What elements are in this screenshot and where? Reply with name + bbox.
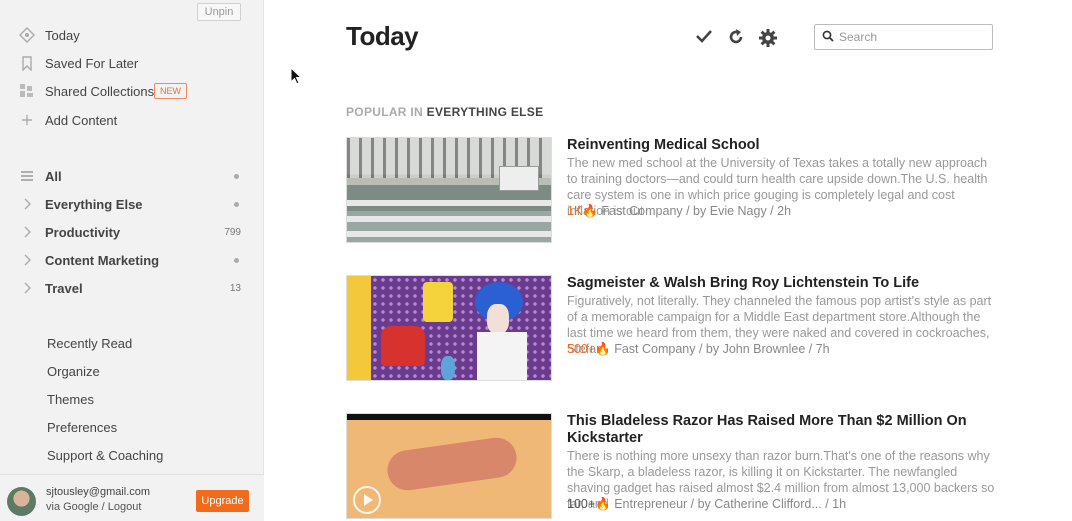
article-meta: 1K🔥 Fast Company / by Evie Nagy / 2h	[567, 204, 791, 219]
section-category[interactable]: EVERYTHING ELSE	[427, 105, 544, 119]
sidebar-link-themes[interactable]: Themes	[47, 390, 94, 410]
sidebar-item-label: Today	[45, 27, 80, 43]
unread-count: 799	[224, 226, 241, 238]
article-thumbnail[interactable]	[346, 275, 552, 381]
flame-icon: 🔥	[595, 342, 611, 356]
flame-icon: 🔥	[582, 204, 598, 218]
sidebar-item-saved[interactable]: Saved For Later	[0, 49, 264, 77]
sidebar-link-organize[interactable]: Organize	[47, 362, 100, 382]
sidebar-item-productivity[interactable]: Productivity 799	[0, 218, 264, 246]
settings-button[interactable]	[758, 28, 778, 48]
page-title: Today	[346, 21, 419, 51]
gear-icon	[759, 29, 777, 47]
sidebar-item-label: Add Content	[45, 112, 118, 128]
sidebar-link-support[interactable]: Support & Coaching	[47, 446, 163, 466]
popularity-count: 100+	[567, 497, 596, 511]
unread-dot	[234, 257, 239, 263]
avatar[interactable]	[7, 487, 36, 516]
sidebar-link-recently-read[interactable]: Recently Read	[47, 334, 132, 354]
checkmark-icon	[696, 30, 712, 43]
flame-icon: 🔥	[595, 497, 611, 511]
list-icon	[19, 168, 35, 184]
sidebar-item-label: All	[45, 168, 62, 184]
sidebar-item-content-marketing[interactable]: Content Marketing	[0, 246, 264, 274]
search-icon	[822, 30, 834, 45]
sidebar-item-label: Saved For Later	[45, 55, 139, 71]
article-thumbnail[interactable]	[346, 137, 552, 243]
sidebar-item-travel[interactable]: Travel 13	[0, 274, 264, 302]
chevron-right-icon[interactable]	[19, 224, 35, 240]
section-heading: POPULAR IN EVERYTHING ELSE	[346, 105, 543, 119]
sidebar-item-label: Content Marketing	[45, 252, 160, 268]
chevron-right-icon[interactable]	[19, 196, 35, 212]
unread-count: 13	[229, 282, 241, 294]
sidebar-item-label: Shared Collections	[45, 83, 155, 99]
article-thumbnail[interactable]	[346, 413, 552, 519]
today-icon	[19, 27, 35, 43]
article-title[interactable]: This Bladeless Razor Has Raised More Tha…	[567, 413, 987, 447]
section-prefix: POPULAR IN	[346, 105, 424, 119]
mouse-cursor-icon	[290, 67, 302, 85]
popularity-count: 1K	[567, 204, 583, 218]
search-input[interactable]	[839, 28, 987, 46]
mark-as-read-button[interactable]	[694, 28, 714, 48]
article-title[interactable]: Sagmeister & Walsh Bring Roy Lichtenstei…	[567, 275, 987, 292]
article-meta: 100+🔥 Entrepreneur / by Catherine Cliffo…	[567, 497, 846, 512]
article-source: Fast Company / by Evie Nagy / 2h	[601, 204, 792, 218]
shared-collections-icon	[19, 83, 35, 99]
sidebar: Unpin Today Saved For Later Shared Colle…	[0, 0, 264, 521]
upgrade-button[interactable]: Upgrade	[196, 490, 249, 512]
sidebar-link-preferences[interactable]: Preferences	[47, 418, 117, 438]
bookmark-icon	[19, 55, 35, 71]
sidebar-item-shared-collections[interactable]: Shared Collections NEW	[0, 77, 264, 105]
account-panel: sjtousley@gmail.com via Google / Logout …	[0, 474, 264, 521]
refresh-button[interactable]	[726, 28, 746, 48]
plus-icon	[19, 112, 35, 128]
sidebar-item-label: Everything Else	[45, 196, 143, 212]
unread-dot	[234, 173, 239, 179]
unread-dot	[234, 201, 239, 207]
sidebar-item-label: Travel	[45, 280, 83, 296]
sidebar-item-label: Productivity	[45, 224, 121, 240]
article-meta: 500+🔥 Fast Company / by John Brownlee / …	[567, 342, 830, 357]
article-title[interactable]: Reinventing Medical School	[567, 137, 987, 154]
chevron-right-icon[interactable]	[19, 280, 35, 296]
account-email: sjtousley@gmail.com	[46, 486, 151, 498]
article-source: Entrepreneur / by Catherine Clifford... …	[614, 497, 847, 511]
chevron-right-icon[interactable]	[19, 252, 35, 268]
refresh-icon	[729, 29, 743, 44]
sidebar-item-add-content[interactable]: Add Content	[0, 106, 264, 134]
new-badge: NEW	[154, 83, 187, 99]
play-icon[interactable]	[353, 486, 381, 514]
search-box[interactable]	[814, 24, 993, 50]
sidebar-item-today[interactable]: Today	[0, 21, 264, 49]
sidebar-item-all[interactable]: All	[0, 162, 264, 190]
popularity-count: 500+	[567, 342, 596, 356]
account-logout-link[interactable]: via Google / Logout	[46, 501, 141, 513]
sidebar-item-everything-else[interactable]: Everything Else	[0, 190, 264, 218]
unpin-button[interactable]: Unpin	[197, 3, 241, 21]
article-source: Fast Company / by John Brownlee / 7h	[614, 342, 830, 356]
